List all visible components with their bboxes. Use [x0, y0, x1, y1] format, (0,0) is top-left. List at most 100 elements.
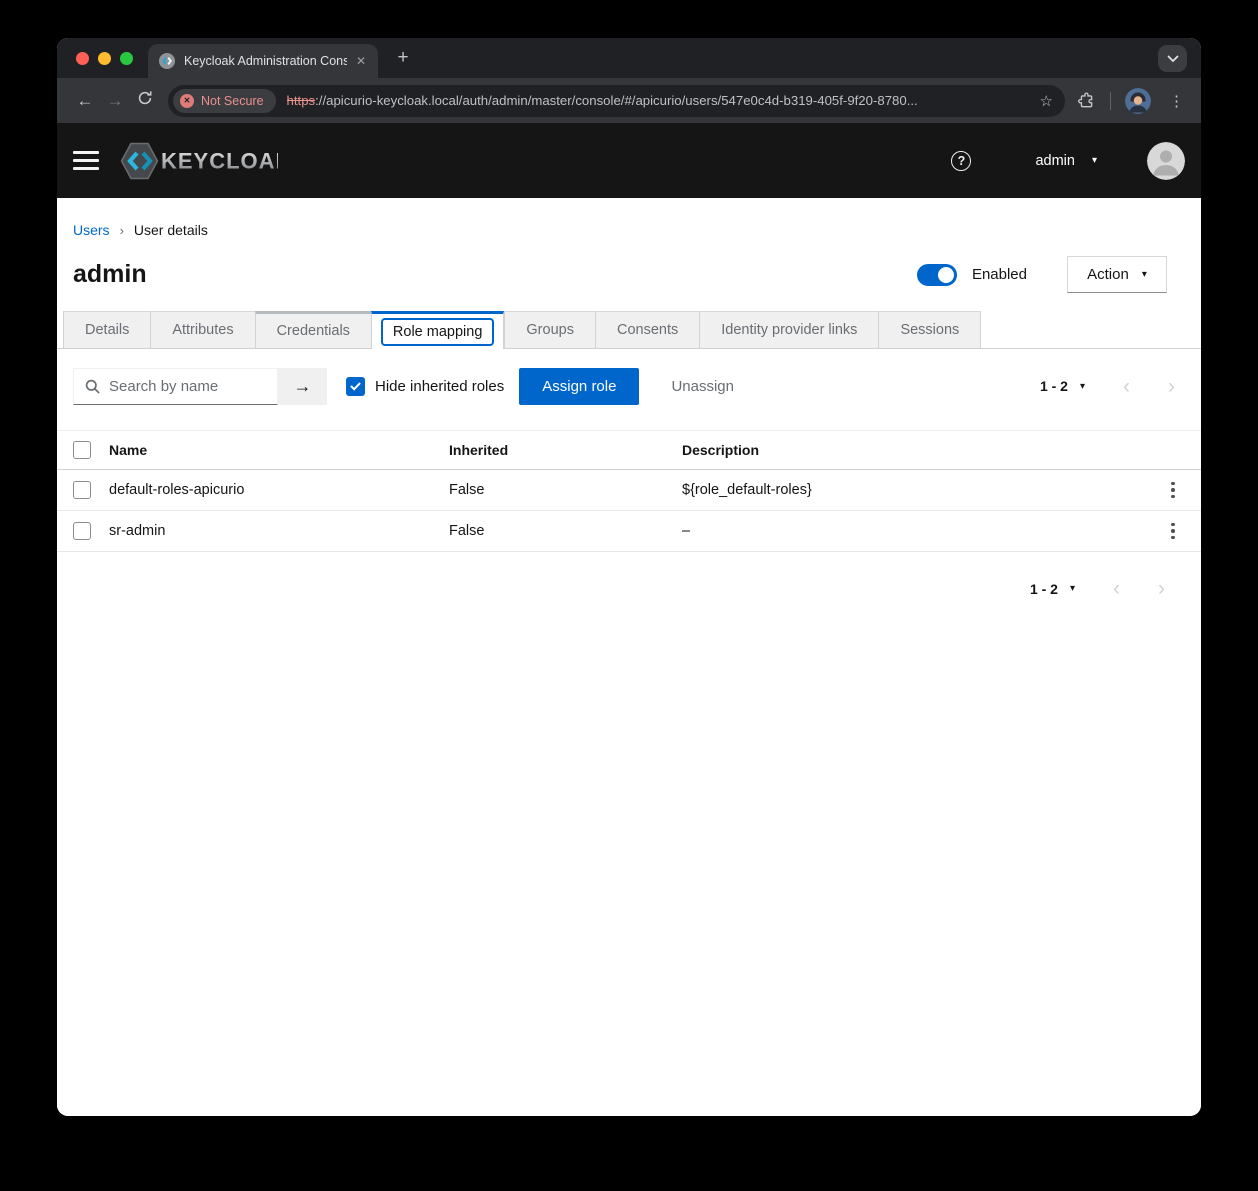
nav-toggle-hamburger-icon[interactable]: [73, 149, 99, 172]
brand-text: KEYCLOAK: [161, 148, 278, 173]
page-content: Users › User details admin Enabled Actio…: [57, 198, 1201, 1116]
hide-inherited-group: Hide inherited roles: [346, 377, 504, 396]
tab-attributes[interactable]: Attributes: [150, 311, 254, 348]
pagination-range-label: 1 - 2: [1030, 581, 1058, 597]
chevron-down-icon: [1167, 55, 1179, 63]
back-icon[interactable]: ←: [70, 91, 100, 111]
column-header-description: Description: [682, 442, 1145, 458]
roles-toolbar: → Hide inherited roles Assign role Unass…: [73, 366, 1185, 406]
pagination-top: 1 - 2 ▾ ‹ ›: [1040, 376, 1185, 397]
column-header-name: Name: [109, 442, 449, 458]
row-kebab-menu-icon[interactable]: [1167, 519, 1179, 544]
breadcrumb-separator-icon: ›: [120, 223, 124, 238]
assign-role-button[interactable]: Assign role: [519, 368, 639, 405]
browser-profile-avatar[interactable]: [1125, 88, 1151, 114]
pagination-range-label: 1 - 2: [1040, 378, 1068, 394]
check-icon: [350, 382, 361, 391]
hide-inherited-checkbox[interactable]: [346, 377, 365, 396]
reload-icon[interactable]: [130, 90, 160, 111]
toolbar-divider: [1110, 92, 1111, 110]
help-icon[interactable]: ?: [951, 151, 971, 171]
breadcrumb: Users › User details: [73, 222, 1185, 238]
browser-tabstrip: Keycloak Administration Cons ✕ +: [57, 38, 1201, 78]
pagination-range-dropdown[interactable]: 1 - 2 ▾: [1040, 378, 1085, 394]
tab-close-icon[interactable]: ✕: [353, 52, 369, 70]
pagination-prev-icon[interactable]: ‹: [1123, 376, 1130, 397]
not-secure-badge[interactable]: ✕ Not Secure: [173, 89, 276, 113]
forward-icon[interactable]: →: [100, 91, 130, 111]
url-scheme: https: [287, 93, 316, 108]
role-description-cell: –: [682, 523, 1145, 539]
user-menu-label: admin: [1035, 153, 1075, 169]
tab-details[interactable]: Details: [63, 311, 150, 348]
select-all-checkbox[interactable]: [73, 441, 91, 459]
tab-consents[interactable]: Consents: [595, 311, 699, 348]
reload-glyph-icon: [137, 90, 153, 106]
not-secure-label: Not Secure: [201, 94, 264, 108]
pagination-next-icon[interactable]: ›: [1168, 376, 1175, 397]
browser-window: Keycloak Administration Cons ✕ + ← → ✕ N…: [57, 38, 1201, 1116]
role-name-cell: sr-admin: [109, 523, 449, 539]
breadcrumb-users-link[interactable]: Users: [73, 222, 110, 238]
avatar-silhouette-icon: [1147, 142, 1185, 180]
pagination-range-dropdown[interactable]: 1 - 2 ▾: [1030, 581, 1075, 597]
browser-toolbar-right: ⋮: [1077, 88, 1188, 114]
unassign-button[interactable]: Unassign: [671, 378, 734, 395]
breadcrumb-current: User details: [134, 222, 208, 238]
browser-tab[interactable]: Keycloak Administration Cons ✕: [148, 44, 378, 78]
table-row: sr-admin False –: [57, 511, 1201, 552]
search-group: →: [73, 368, 327, 405]
pagination-next-icon[interactable]: ›: [1158, 578, 1165, 599]
column-header-inherited: Inherited: [449, 442, 682, 458]
toggle-knob: [938, 267, 954, 283]
pagination-prev-icon[interactable]: ‹: [1113, 578, 1120, 599]
window-zoom-button[interactable]: [120, 52, 133, 65]
action-label: Action: [1087, 266, 1129, 283]
tab-sessions[interactable]: Sessions: [878, 311, 981, 348]
keycloak-logo[interactable]: KEYCLOAK: [120, 142, 278, 180]
tab-groups[interactable]: Groups: [504, 311, 595, 348]
tab-credentials[interactable]: Credentials: [255, 311, 371, 348]
page-title: admin: [73, 260, 147, 289]
extensions-puzzle-icon[interactable]: [1077, 91, 1096, 110]
window-close-button[interactable]: [76, 52, 89, 65]
table-header-row: Name Inherited Description: [57, 430, 1201, 470]
url-text: https://apicurio-keycloak.local/auth/adm…: [287, 93, 1032, 108]
window-controls: [76, 52, 133, 65]
user-detail-tabs: Details Attributes Credentials Role mapp…: [57, 311, 1201, 349]
not-secure-icon: ✕: [180, 94, 194, 108]
hide-inherited-label: Hide inherited roles: [375, 378, 504, 395]
role-inherited-cell: False: [449, 523, 682, 539]
keycloak-favicon-icon: [159, 53, 175, 69]
browser-menu-icon[interactable]: ⋮: [1165, 92, 1188, 110]
search-submit-button[interactable]: →: [278, 368, 327, 405]
window-minimize-button[interactable]: [98, 52, 111, 65]
row-checkbox[interactable]: [73, 522, 91, 540]
row-kebab-menu-icon[interactable]: [1167, 478, 1179, 503]
enabled-toggle[interactable]: [917, 264, 957, 286]
pagination-bottom: 1 - 2 ▾ ‹ ›: [1030, 578, 1175, 599]
search-input[interactable]: [109, 378, 264, 395]
row-checkbox[interactable]: [73, 481, 91, 499]
caret-down-icon: ▾: [1080, 381, 1085, 392]
address-bar[interactable]: ✕ Not Secure https://apicurio-keycloak.l…: [168, 85, 1065, 117]
table-row: default-roles-apicurio False ${role_defa…: [57, 470, 1201, 511]
browser-toolbar: ← → ✕ Not Secure https://apicurio-keyclo…: [57, 78, 1201, 123]
caret-down-icon: ▾: [1142, 269, 1147, 280]
enabled-label: Enabled: [972, 266, 1027, 283]
title-controls: Enabled Action ▾: [917, 256, 1167, 293]
user-menu[interactable]: admin ▾: [1035, 153, 1097, 169]
tab-identity-provider-links[interactable]: Identity provider links: [699, 311, 878, 348]
bookmark-star-icon[interactable]: ☆: [1040, 92, 1053, 110]
action-dropdown-button[interactable]: Action ▾: [1067, 256, 1167, 293]
new-tab-button[interactable]: +: [391, 46, 415, 70]
url-rest: ://apicurio-keycloak.local/auth/admin/ma…: [315, 93, 918, 108]
tab-role-mapping[interactable]: Role mapping: [371, 311, 504, 349]
tab-search-button[interactable]: [1158, 45, 1187, 72]
title-row: admin Enabled Action ▾: [73, 256, 1167, 293]
search-icon: [85, 379, 100, 394]
role-mapping-table: Name Inherited Description default-roles…: [57, 430, 1201, 552]
profile-photo-icon: [1125, 88, 1151, 114]
masthead-right: ? admin ▾: [951, 142, 1185, 180]
caret-down-icon: ▾: [1092, 155, 1097, 166]
